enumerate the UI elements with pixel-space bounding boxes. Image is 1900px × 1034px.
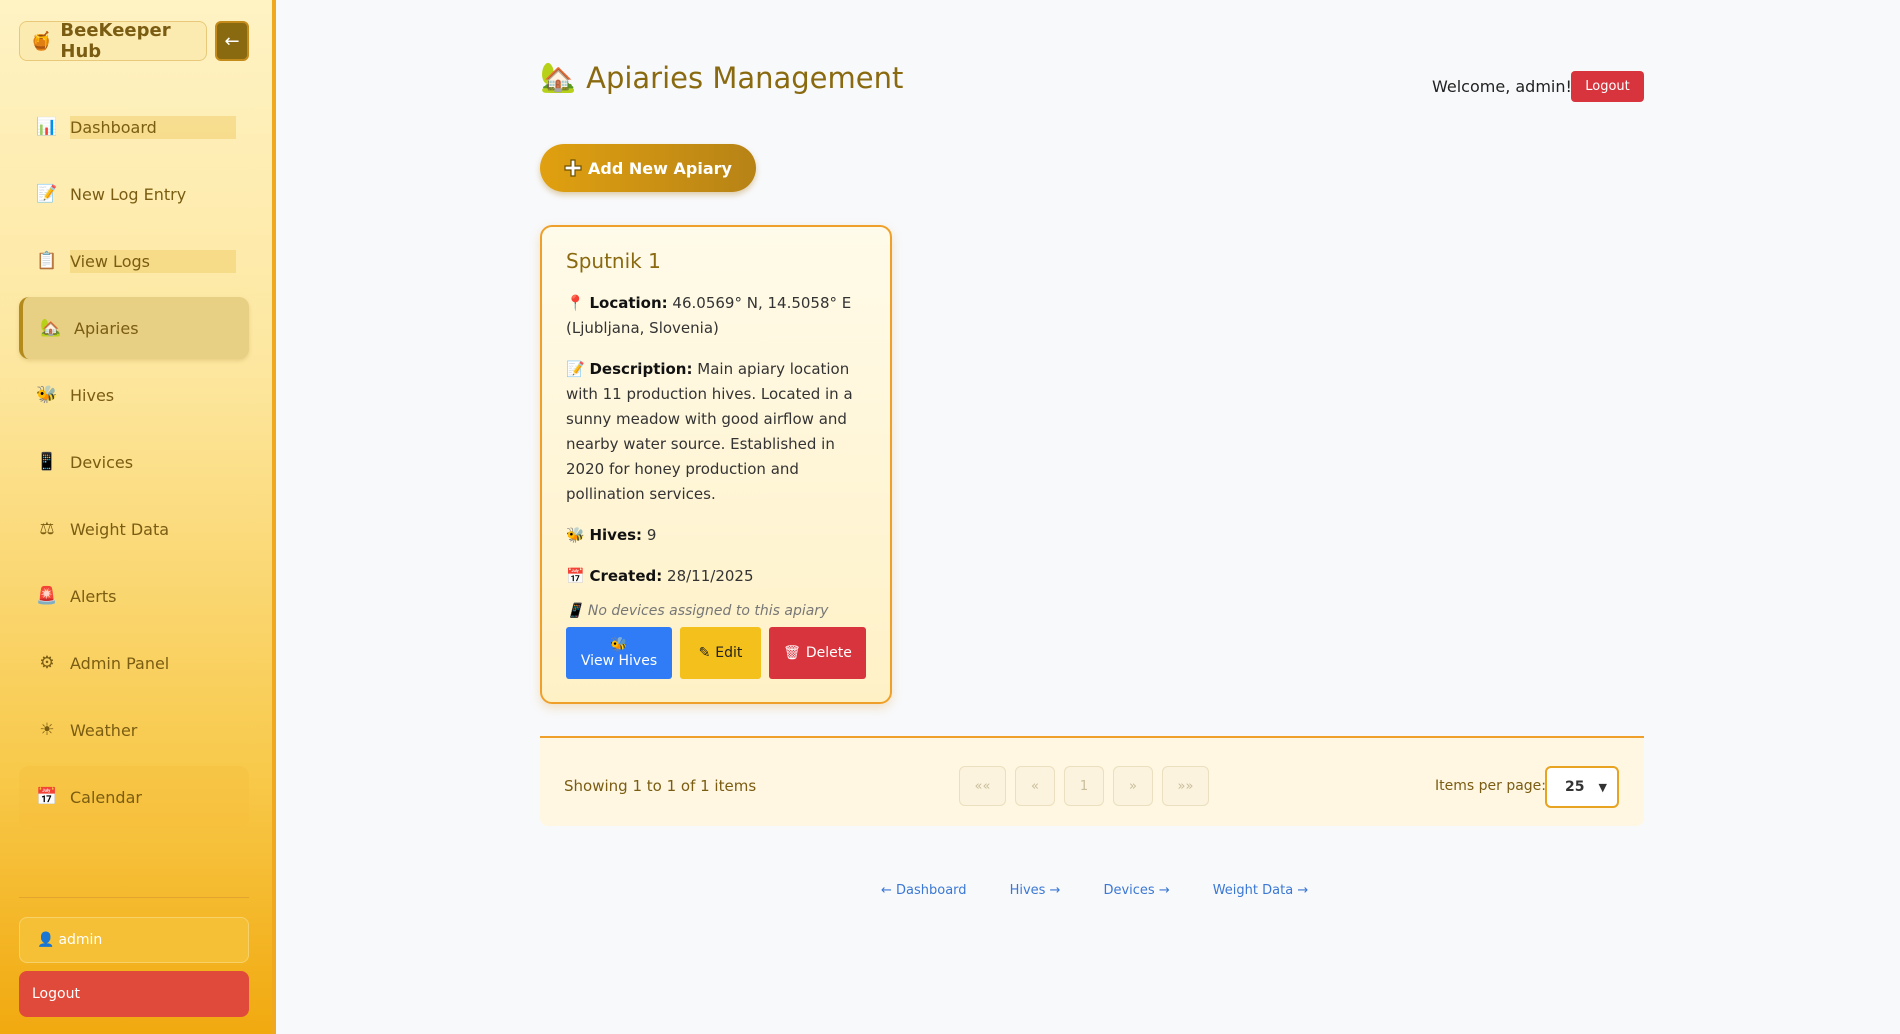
sidebar-item-alerts[interactable]: 🚨 Alerts xyxy=(19,565,249,627)
brand-name: BeeKeeper Hub xyxy=(60,20,171,62)
add-apiary-label: Add New Apiary xyxy=(588,158,732,178)
delete-label: Delete xyxy=(805,645,852,661)
edit-label: Edit xyxy=(715,645,743,661)
next-page-button[interactable]: » xyxy=(1113,766,1153,806)
link-weight-data[interactable]: Weight Data → xyxy=(1213,883,1309,898)
link-dashboard[interactable]: ← Dashboard xyxy=(881,883,967,898)
edit-button[interactable]: ✎ Edit xyxy=(680,627,761,679)
calendar-icon: 📅 xyxy=(566,567,585,585)
chart-icon: 📊 xyxy=(36,117,58,137)
siren-icon: 🚨 xyxy=(36,586,58,606)
no-devices-text: No devices assigned to this apiary xyxy=(587,603,829,619)
items-per-page-select[interactable]: 25 ▼ xyxy=(1545,766,1619,808)
sidebar-nav: 📊 Dashboard 📝 New Log Entry 📋 View Logs … xyxy=(19,96,249,833)
apiary-card: Sputnik 1 📍 Location: 46.0569° N, 14.505… xyxy=(540,225,892,704)
sidebar-item-admin-panel[interactable]: ⚙ Admin Panel xyxy=(19,632,249,694)
sidebar-item-dashboard[interactable]: 📊 Dashboard xyxy=(19,96,249,158)
hives-value: 9 xyxy=(646,526,657,544)
clipboard-icon: 📋 xyxy=(36,251,58,271)
created-label: Created: xyxy=(589,567,663,585)
username: admin xyxy=(58,932,103,948)
apiary-hives: 🐝 Hives: 9 xyxy=(566,523,866,548)
logout-button[interactable]: Logout xyxy=(1571,71,1644,102)
sidebar-logout-button[interactable]: Logout xyxy=(19,971,249,1017)
trash-icon: 🗑 xyxy=(783,645,801,661)
sidebar-item-label: Dashboard xyxy=(70,115,236,139)
memo-icon: 📝 xyxy=(566,360,585,378)
sidebar-item-label: Alerts xyxy=(70,586,117,606)
page-title-text: Apiaries Management xyxy=(586,60,904,95)
delete-button[interactable]: 🗑 Delete xyxy=(769,627,866,679)
bee-icon: 🐝 xyxy=(610,637,628,653)
sidebar-item-label: Weight Data xyxy=(70,519,170,539)
pencil-icon: ✎ xyxy=(698,645,711,661)
sidebar-divider xyxy=(19,897,249,898)
gear-icon: ⚙ xyxy=(39,653,55,673)
sidebar-item-apiaries[interactable]: 🏡 Apiaries xyxy=(19,297,249,359)
description-label: Description: xyxy=(589,360,693,378)
sidebar-item-label: New Log Entry xyxy=(70,184,187,204)
sidebar-item-new-log-entry[interactable]: 📝 New Log Entry xyxy=(19,163,249,225)
bee-icon: 🐝 xyxy=(36,385,58,405)
bee-icon: 🐝 xyxy=(566,526,585,544)
description-value: Main apiary location with 11 production … xyxy=(566,360,853,503)
house-icon: 🏡 xyxy=(40,318,62,338)
sidebar-item-label: Weather xyxy=(70,720,138,740)
sidebar-item-devices[interactable]: 📱 Devices xyxy=(19,431,249,493)
sun-icon: ☀ xyxy=(39,720,55,740)
sidebar-item-label: Apiaries xyxy=(74,318,139,338)
sidebar: 🍯 BeeKeeper Hub ← 📊 Dashboard 📝 New Log … xyxy=(0,0,276,1034)
apiary-name: Sputnik 1 xyxy=(566,249,661,273)
scale-icon: ⚖ xyxy=(39,519,55,539)
view-hives-label: View Hives xyxy=(580,653,658,669)
collapse-sidebar-button[interactable]: ← xyxy=(215,21,249,61)
memo-icon: 📝 xyxy=(36,184,58,204)
user-profile[interactable]: 👤 admin xyxy=(19,917,249,963)
apiary-location: 📍 Location: 46.0569° N, 14.5058° E (Ljub… xyxy=(566,291,866,341)
user-icon: 👤 xyxy=(37,932,55,948)
link-devices[interactable]: Devices → xyxy=(1103,883,1169,898)
items-per-page-label: Items per page: xyxy=(1435,778,1547,794)
apiary-actions: 🐝 View Hives ✎ Edit 🗑 Delete xyxy=(566,627,866,679)
page-1-button[interactable]: 1 xyxy=(1064,766,1104,806)
add-apiary-button[interactable]: Add New Apiary xyxy=(540,144,756,192)
footer-links: ← Dashboard Hives → Devices → Weight Dat… xyxy=(881,883,1308,898)
location-label: Location: xyxy=(589,294,668,312)
view-hives-button[interactable]: 🐝 View Hives xyxy=(566,627,672,679)
no-devices-note: 📱 No devices assigned to this apiary xyxy=(566,603,866,619)
welcome-text: Welcome, admin! xyxy=(1432,77,1572,96)
plus-icon xyxy=(564,159,582,177)
honey-pot-icon: 🍯 xyxy=(30,30,53,52)
page-title: 🏡 Apiaries Management xyxy=(540,60,903,95)
apiary-created: 📅 Created: 28/11/2025 xyxy=(566,564,866,589)
last-page-button[interactable]: »» xyxy=(1162,766,1209,806)
pin-icon: 📍 xyxy=(566,294,585,312)
apiary-description: 📝 Description: Main apiary location with… xyxy=(566,357,866,507)
sidebar-item-label: View Logs xyxy=(70,249,236,273)
brand-logo[interactable]: 🍯 BeeKeeper Hub xyxy=(19,20,207,62)
sidebar-item-label: Devices xyxy=(70,452,134,472)
phone-icon: 📱 xyxy=(566,603,584,619)
phone-icon: 📱 xyxy=(36,452,58,472)
sidebar-item-view-logs[interactable]: 📋 View Logs xyxy=(19,230,249,292)
first-page-button[interactable]: «« xyxy=(959,766,1006,806)
sidebar-item-weather[interactable]: ☀ Weather xyxy=(19,699,249,761)
sidebar-item-label: Calendar xyxy=(70,787,142,807)
items-per-page-value: 25 xyxy=(1565,779,1585,795)
hives-label: Hives: xyxy=(589,526,643,544)
pagination-summary: Showing 1 to 1 of 1 items xyxy=(564,777,757,795)
sidebar-item-hives[interactable]: 🐝 Hives xyxy=(19,364,249,426)
calendar-icon: 📅 xyxy=(36,787,58,807)
sidebar-item-calendar[interactable]: 📅 Calendar xyxy=(19,766,249,828)
pagination-controls: «« « 1 » »» xyxy=(959,766,1209,806)
created-value: 28/11/2025 xyxy=(667,567,754,585)
sidebar-item-label: Hives xyxy=(70,385,115,405)
sidebar-item-label: Admin Panel xyxy=(70,653,170,673)
link-hives[interactable]: Hives → xyxy=(1010,883,1061,898)
chevron-down-icon: ▼ xyxy=(1598,781,1607,794)
house-icon: 🏡 xyxy=(540,60,577,94)
pagination-bar: Showing 1 to 1 of 1 items «« « 1 » »» It… xyxy=(540,736,1644,826)
prev-page-button[interactable]: « xyxy=(1015,766,1055,806)
sidebar-item-weight-data[interactable]: ⚖ Weight Data xyxy=(19,498,249,560)
